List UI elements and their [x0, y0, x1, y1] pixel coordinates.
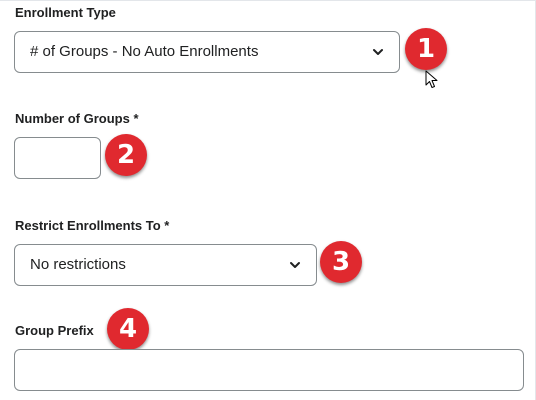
number-of-groups-input[interactable] [14, 137, 101, 179]
group-prefix-input[interactable] [14, 349, 524, 391]
restrict-enrollments-label: Restrict Enrollments To * [15, 218, 170, 233]
enrollment-type-value: # of Groups - No Auto Enrollments [30, 43, 259, 60]
chevron-down-icon [290, 262, 300, 268]
step-badge-1: 1 [405, 28, 447, 70]
enrollment-form: Enrollment Type # of Groups - No Auto En… [0, 0, 536, 400]
group-prefix-label: Group Prefix [15, 323, 94, 338]
restrict-enrollments-select[interactable]: No restrictions [14, 244, 317, 286]
step-badge-2: 2 [105, 134, 147, 176]
enrollment-type-label: Enrollment Type [15, 5, 116, 20]
chevron-down-icon [373, 49, 383, 55]
mouse-pointer-icon [425, 70, 438, 88]
restrict-enrollments-value: No restrictions [30, 256, 126, 273]
step-badge-3: 3 [320, 241, 362, 283]
step-badge-4: 4 [107, 308, 149, 350]
enrollment-type-select[interactable]: # of Groups - No Auto Enrollments [14, 31, 400, 73]
number-of-groups-label: Number of Groups * [15, 111, 139, 126]
